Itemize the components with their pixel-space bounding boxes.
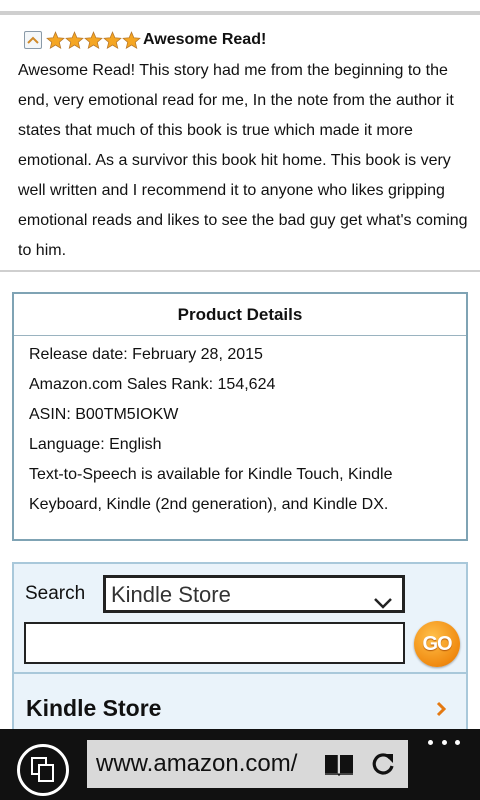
- star-icon: [65, 30, 84, 49]
- tabs-icon: [31, 757, 54, 782]
- browser-toolbar: www.amazon.com/: [0, 729, 480, 800]
- detail-asin: ASIN: B00TM5IOKW: [29, 406, 179, 423]
- more-dot: [428, 739, 433, 745]
- collapse-icon[interactable]: [24, 31, 42, 49]
- detail-text-to-speech: Text-to-Speech is available for Kindle T…: [29, 466, 393, 513]
- star-rating: [46, 30, 141, 50]
- kindle-store-label: Kindle Store: [26, 695, 162, 721]
- kindle-store-link[interactable]: Kindle Store: [14, 672, 466, 732]
- reading-view-icon[interactable]: [323, 752, 355, 781]
- more-menu-button[interactable]: [428, 734, 460, 750]
- more-dot: [455, 739, 460, 745]
- search-label: Search: [25, 583, 86, 604]
- department-select[interactable]: Kindle Store: [103, 575, 405, 613]
- star-icon: [46, 30, 65, 49]
- detail-sales-rank: Amazon.com Sales Rank: 154,624: [29, 376, 276, 393]
- address-bar[interactable]: www.amazon.com/: [87, 740, 408, 788]
- customer-review: Awesome Read! Awesome Read! This story h…: [18, 26, 468, 266]
- chevron-right-icon: [436, 701, 447, 722]
- review-body: Awesome Read! This story had me from the…: [18, 62, 468, 259]
- section-divider: [0, 270, 480, 272]
- detail-language: Language: English: [29, 436, 162, 453]
- review-title: Awesome Read!: [143, 31, 267, 48]
- top-divider: [0, 11, 480, 15]
- refresh-icon[interactable]: [370, 752, 396, 783]
- star-icon: [84, 30, 103, 49]
- tabs-button[interactable]: [17, 744, 69, 796]
- review-header: Awesome Read!: [18, 26, 468, 54]
- detail-release-date: Release date: February 28, 2015: [29, 346, 263, 363]
- chevron-down-icon: [374, 586, 392, 619]
- search-input[interactable]: [24, 622, 405, 664]
- star-icon: [122, 30, 141, 49]
- product-details-list: Release date: February 28, 2015 Amazon.c…: [14, 336, 466, 520]
- address-url: www.amazon.com/: [96, 750, 298, 777]
- go-button[interactable]: GO: [414, 621, 460, 667]
- product-details-panel: Product Details Release date: February 2…: [12, 292, 468, 541]
- department-selected: Kindle Store: [111, 582, 231, 607]
- star-icon: [103, 30, 122, 49]
- more-dot: [441, 739, 447, 745]
- product-details-title: Product Details: [14, 294, 466, 336]
